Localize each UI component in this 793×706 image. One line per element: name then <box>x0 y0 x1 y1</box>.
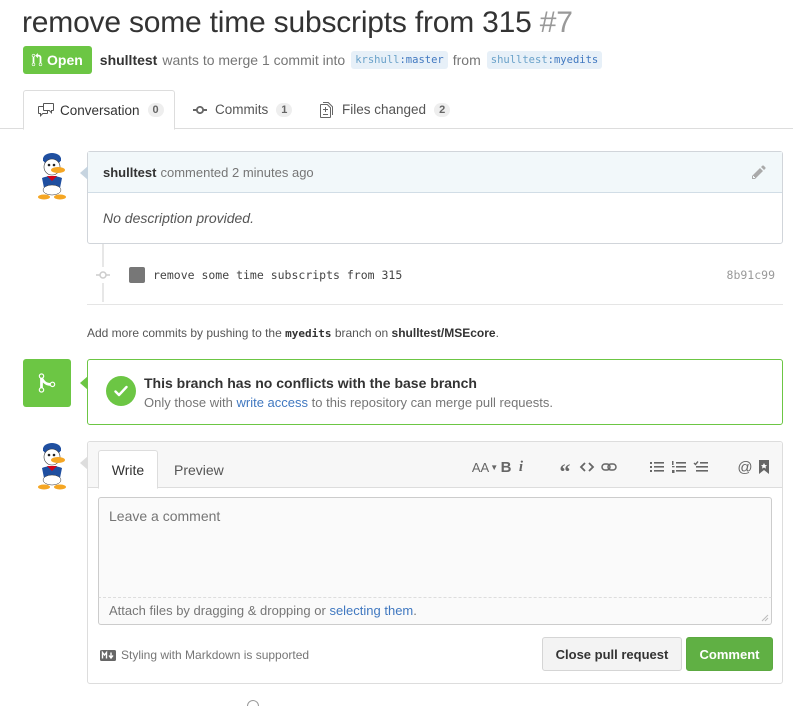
tab-commits-count: 1 <box>276 102 293 117</box>
merge-status-box: This branch has no conflicts with the ba… <box>80 359 783 425</box>
markdown-toolbar: AA ▼ B i “ @ <box>472 458 772 484</box>
link-icon <box>601 463 617 471</box>
pr-number: #7 <box>539 6 573 39</box>
timeline-divider <box>87 304 783 305</box>
diff-icon <box>320 101 333 118</box>
pr-author-link[interactable]: shulltest <box>100 52 158 68</box>
comment-discussion-icon <box>38 103 54 117</box>
state-label: Open <box>47 52 83 68</box>
comment-textarea[interactable] <box>98 497 772 598</box>
base-ref-branch: :master <box>399 54 444 66</box>
attach-prefix: Attach files by dragging & dropping or <box>109 603 326 618</box>
commit-author-avatar[interactable] <box>129 267 145 283</box>
code-icon <box>579 462 595 472</box>
ordered-list-button[interactable] <box>668 458 690 476</box>
tab-conversation[interactable]: Conversation 0 <box>23 90 175 130</box>
pencil-icon[interactable] <box>752 164 768 180</box>
state-badge: Open <box>23 46 92 74</box>
head-ref-branch: :myedits <box>547 54 599 66</box>
task-list-icon <box>693 461 708 472</box>
tab-preview[interactable]: Preview <box>174 450 224 489</box>
commit-message-link[interactable]: remove some time subscripts from 315 <box>153 268 402 282</box>
file-attach-area[interactable]: Attach files by dragging & dropping or s… <box>98 598 772 625</box>
bookmark-icon <box>759 460 769 474</box>
text-size-icon: AA <box>471 459 490 475</box>
pr-tabs: Conversation 0 Commits 1 Files changed 2 <box>0 90 793 130</box>
git-pull-request-icon <box>31 53 43 67</box>
tab-write[interactable]: Write <box>98 450 158 489</box>
commit-sha-link[interactable]: 8b91c99 <box>727 268 775 282</box>
comment-author-link[interactable]: shulltest <box>103 165 156 180</box>
markdown-icon <box>100 649 116 661</box>
markdown-note-label: Styling with Markdown is supported <box>121 648 310 662</box>
tab-commits[interactable]: Commits 1 <box>193 90 293 129</box>
merge-status-title: This branch has no conflicts with the ba… <box>144 375 477 391</box>
task-list-button[interactable] <box>690 458 712 476</box>
tab-files-changed-count: 2 <box>434 102 451 117</box>
head-ref[interactable]: shulltest:myedits <box>486 51 603 69</box>
tab-conversation-count: 0 <box>147 103 164 117</box>
comment-body: No description provided. <box>103 210 254 226</box>
markdown-note[interactable]: Styling with Markdown is supported <box>100 648 309 662</box>
hint-middle: branch on <box>334 326 389 340</box>
commit-dot <box>95 267 111 283</box>
unordered-list-icon <box>650 462 664 472</box>
tab-commits-label: Commits <box>215 102 269 117</box>
head-ref-user: shulltest <box>490 54 548 66</box>
close-pull-request-button[interactable]: Close pull request <box>542 637 682 671</box>
merge-status-icon-box <box>23 359 71 407</box>
base-ref-user: krshull <box>355 54 400 66</box>
comment-box: shulltest commented 2 minutes ago No des… <box>80 151 783 244</box>
tab-files-changed-label: Files changed <box>342 102 427 117</box>
text-size-button[interactable]: AA ▼ <box>472 458 498 476</box>
quote-icon: “ <box>559 459 571 484</box>
saved-replies-button[interactable] <box>756 458 772 476</box>
bold-button[interactable]: B <box>498 458 514 476</box>
hint-repo: shulltest/MSEcore <box>391 326 496 340</box>
comment-header: shulltest commented 2 minutes ago <box>88 152 782 193</box>
git-merge-icon <box>38 373 56 393</box>
merge-text: wants to merge 1 commit into <box>162 52 346 68</box>
write-access-link[interactable]: write access <box>237 395 309 410</box>
hint-prefix: Add more commits by pushing to the <box>87 326 282 340</box>
italic-button[interactable]: i <box>514 458 528 476</box>
hint-branch: myedits <box>285 327 332 340</box>
commit-row: remove some time subscripts from 315 8b9… <box>95 264 783 286</box>
comment-meta: commented 2 minutes ago <box>160 164 314 180</box>
push-hint: Add more commits by pushing to the myedi… <box>87 326 499 340</box>
tab-conversation-label: Conversation <box>60 102 140 118</box>
form-header: Write Preview AA ▼ B i “ @ <box>88 442 782 489</box>
mention-icon: @ <box>737 458 753 476</box>
commit-icon <box>96 271 110 279</box>
merge-status-subtitle: Only those with write access to this rep… <box>144 395 553 410</box>
tab-files-changed[interactable]: Files changed 2 <box>320 90 451 129</box>
attach-suffix: . <box>413 603 417 618</box>
link-button[interactable] <box>598 458 620 476</box>
select-files-link[interactable]: selecting them <box>329 603 413 618</box>
new-comment-form: Write Preview AA▼ B i “ @ Attach files b… <box>80 441 783 684</box>
hint-suffix: . <box>495 326 499 340</box>
mention-button[interactable]: @ <box>734 458 756 476</box>
italic-icon: i <box>518 458 524 475</box>
page-title: remove some time subscripts from 315 #7 <box>22 6 573 40</box>
avatar[interactable] <box>30 438 74 490</box>
base-ref[interactable]: krshull:master <box>351 51 448 69</box>
quote-button[interactable]: “ <box>554 458 576 484</box>
from-text: from <box>452 52 481 68</box>
avatar[interactable] <box>30 148 74 200</box>
code-button[interactable] <box>576 458 598 476</box>
resize-handle-icon[interactable] <box>761 614 769 622</box>
merge-sub-suffix: to this repository can merge pull reques… <box>311 395 553 410</box>
pr-meta: Open shulltest wants to merge 1 commit i… <box>23 46 603 74</box>
ordered-list-icon <box>672 461 686 473</box>
comment-button[interactable]: Comment <box>686 637 773 671</box>
check-icon <box>106 376 136 406</box>
pr-title: remove some time subscripts from 315 <box>22 6 532 39</box>
unordered-list-button[interactable] <box>646 458 668 476</box>
commit-icon <box>193 105 207 114</box>
bold-icon: B <box>500 458 512 476</box>
timeline-circle-icon <box>247 700 259 706</box>
merge-sub-prefix: Only those with <box>144 395 233 410</box>
